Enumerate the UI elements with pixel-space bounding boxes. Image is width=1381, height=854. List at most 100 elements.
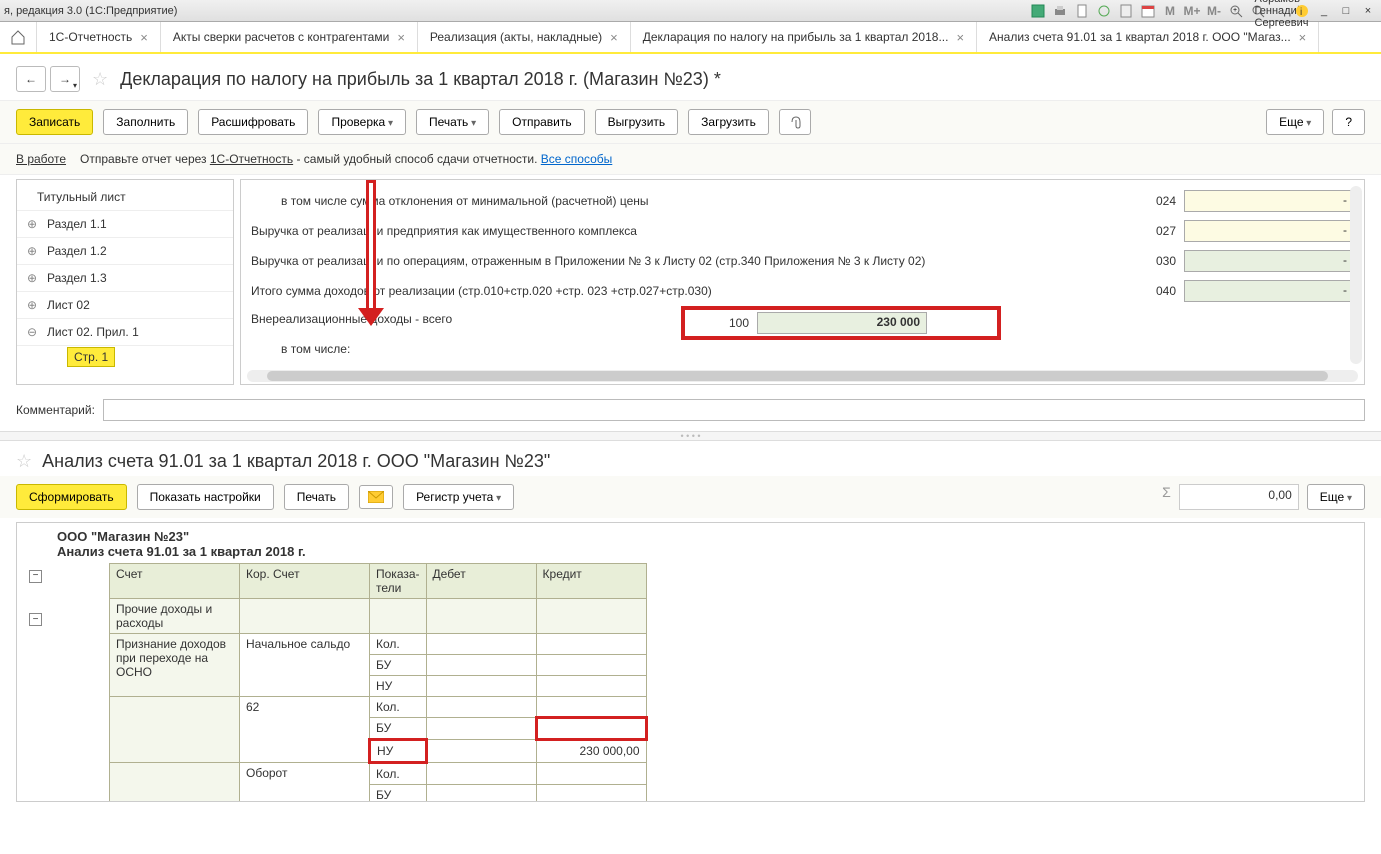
titlebar: я, редакция 3.0 (1С:Предприятие) M M+ M-… bbox=[0, 0, 1381, 22]
page-title: Декларация по налогу на прибыль за 1 ква… bbox=[120, 69, 721, 90]
settings-button[interactable]: Показать настройки bbox=[137, 484, 274, 510]
col-kor: Кор. Счет bbox=[240, 564, 370, 599]
forward-button[interactable]: →▾ bbox=[50, 66, 80, 92]
pane-divider[interactable]: • • • • bbox=[0, 431, 1381, 441]
tree-page[interactable]: Стр. 1 bbox=[17, 346, 233, 368]
report-table: Счет Кор. Счет Показа- тели Дебет Кредит… bbox=[109, 563, 648, 802]
comment-row: Комментарий: bbox=[0, 389, 1381, 431]
row-value-024[interactable]: - bbox=[1184, 190, 1354, 212]
tree-title[interactable]: Титульный лист bbox=[17, 184, 233, 211]
tab-declaration[interactable]: Декларация по налогу на прибыль за 1 ква… bbox=[631, 22, 977, 52]
print2-button[interactable]: Печать bbox=[284, 484, 349, 510]
close-icon[interactable]: × bbox=[397, 30, 405, 45]
close-icon[interactable]: × bbox=[140, 30, 148, 45]
tab-reporting[interactable]: 1С-Отчетность× bbox=[37, 22, 161, 52]
tree-item[interactable]: ⊕Раздел 1.3 bbox=[17, 265, 233, 292]
print-button[interactable]: Печать bbox=[416, 109, 489, 135]
collapse-icon[interactable]: ⊖ bbox=[27, 325, 37, 339]
tab-acts[interactable]: Акты сверки расчетов с контрагентами× bbox=[161, 22, 418, 52]
credit-value: 230 000,00 bbox=[536, 740, 646, 763]
tab-sales[interactable]: Реализация (акты, накладные)× bbox=[418, 22, 631, 52]
row-code: 040 bbox=[1136, 284, 1176, 298]
help-button[interactable]: ? bbox=[1332, 109, 1365, 135]
send-button[interactable]: Отправить bbox=[499, 109, 585, 135]
tree-item[interactable]: ⊕Лист 02 bbox=[17, 292, 233, 319]
highlighted-cell: НУ bbox=[370, 740, 427, 763]
home-icon bbox=[10, 29, 26, 45]
attach-button[interactable] bbox=[779, 109, 811, 135]
row-code: 027 bbox=[1136, 224, 1176, 238]
user-info[interactable]: Абрамов Геннадий Сергеевич bbox=[1271, 2, 1289, 20]
collapse-button[interactable]: − bbox=[29, 570, 42, 583]
close-icon[interactable]: × bbox=[610, 30, 618, 45]
more2-button[interactable]: Еще bbox=[1307, 484, 1365, 510]
export-button[interactable]: Выгрузить bbox=[595, 109, 679, 135]
collapse-button[interactable]: − bbox=[29, 613, 42, 626]
calc-icon[interactable] bbox=[1117, 2, 1135, 20]
expand-icon[interactable]: ⊕ bbox=[27, 217, 37, 231]
calendar-icon[interactable] bbox=[1139, 2, 1157, 20]
more-button[interactable]: Еще bbox=[1266, 109, 1324, 135]
row-value-027[interactable]: - bbox=[1184, 220, 1354, 242]
status-state[interactable]: В работе bbox=[16, 152, 66, 166]
form-button[interactable]: Сформировать bbox=[16, 484, 127, 510]
back-button[interactable]: ← bbox=[16, 66, 46, 92]
col-account: Счет bbox=[110, 564, 240, 599]
row-value-100[interactable]: 230 000 bbox=[757, 312, 927, 334]
favorite-icon[interactable]: ☆ bbox=[92, 69, 108, 90]
memory-mplus[interactable]: M+ bbox=[1183, 2, 1201, 20]
section2-toolbar: Сформировать Показать настройки Печать Р… bbox=[0, 476, 1381, 518]
subheader: Прочие доходы и расходы bbox=[110, 599, 240, 634]
memory-m[interactable]: M bbox=[1161, 2, 1179, 20]
zoom-in-icon[interactable]: + bbox=[1227, 2, 1245, 20]
row-value-040[interactable]: - bbox=[1184, 280, 1354, 302]
close-window-icon[interactable]: × bbox=[1359, 2, 1377, 20]
doc-icon[interactable] bbox=[1073, 2, 1091, 20]
favorite-icon[interactable]: ☆ bbox=[16, 451, 32, 472]
row-label-027: Выручка от реализации предприятия как им… bbox=[251, 220, 1128, 242]
svg-text:+: + bbox=[1233, 7, 1237, 14]
link-icon[interactable] bbox=[1095, 2, 1113, 20]
minimize-icon[interactable]: _ bbox=[1315, 2, 1333, 20]
home-tab[interactable] bbox=[0, 22, 37, 52]
mail-icon bbox=[368, 491, 384, 503]
row-sublabel: в том числе: bbox=[251, 338, 1354, 360]
comment-input[interactable] bbox=[103, 399, 1365, 421]
scrollbar-vertical[interactable] bbox=[1350, 186, 1362, 364]
expand-icon[interactable]: ⊕ bbox=[27, 298, 37, 312]
email-button[interactable] bbox=[359, 485, 393, 509]
svg-text:i: i bbox=[1300, 7, 1302, 18]
fill-button[interactable]: Заполнить bbox=[103, 109, 188, 135]
scrollbar-horizontal[interactable] bbox=[247, 370, 1358, 382]
memory-mminus[interactable]: M- bbox=[1205, 2, 1223, 20]
maximize-icon[interactable]: □ bbox=[1337, 2, 1355, 20]
row-code: 030 bbox=[1136, 254, 1176, 268]
start-balance: Начальное сальдо bbox=[240, 634, 370, 697]
report-title: Анализ счета 91.01 за 1 квартал 2018 г. bbox=[57, 544, 306, 559]
row-label-100: Внереализационные доходы - всего bbox=[251, 308, 671, 330]
expand-icon[interactable]: ⊕ bbox=[27, 271, 37, 285]
tab-analysis[interactable]: Анализ счета 91.01 за 1 квартал 2018 г. … bbox=[977, 22, 1319, 52]
save-button[interactable]: Записать bbox=[16, 109, 93, 135]
close-icon[interactable]: × bbox=[1299, 30, 1307, 45]
row-value-030[interactable]: - bbox=[1184, 250, 1354, 272]
paperclip-icon bbox=[788, 115, 802, 129]
row-label-030: Выручка от реализации по операциям, отра… bbox=[251, 250, 1128, 272]
tree-item[interactable]: ⊕Раздел 1.1 bbox=[17, 211, 233, 238]
close-icon[interactable]: × bbox=[956, 30, 964, 45]
register-button[interactable]: Регистр учета bbox=[403, 484, 514, 510]
titlebar-actions: M M+ M- + Абрамов Геннадий Сергеевич i _… bbox=[1029, 2, 1377, 20]
import-button[interactable]: Загрузить bbox=[688, 109, 769, 135]
check-button[interactable]: Проверка bbox=[318, 109, 406, 135]
tree-item[interactable]: ⊕Раздел 1.2 bbox=[17, 238, 233, 265]
expand-icon[interactable]: ⊕ bbox=[27, 244, 37, 258]
kor-account: 62 bbox=[240, 697, 370, 763]
decode-button[interactable]: Расшифровать bbox=[198, 109, 308, 135]
tree-item[interactable]: ⊖Лист 02. Прил. 1 bbox=[17, 319, 233, 346]
print-icon[interactable] bbox=[1051, 2, 1069, 20]
save-icon[interactable] bbox=[1029, 2, 1047, 20]
link-all-methods[interactable]: Все способы bbox=[541, 152, 613, 166]
row-label-024: в том числе сумма отклонения от минималь… bbox=[251, 190, 1128, 212]
link-1c-reporting[interactable]: 1С-Отчетность bbox=[210, 152, 293, 166]
info-icon[interactable]: i bbox=[1293, 2, 1311, 20]
